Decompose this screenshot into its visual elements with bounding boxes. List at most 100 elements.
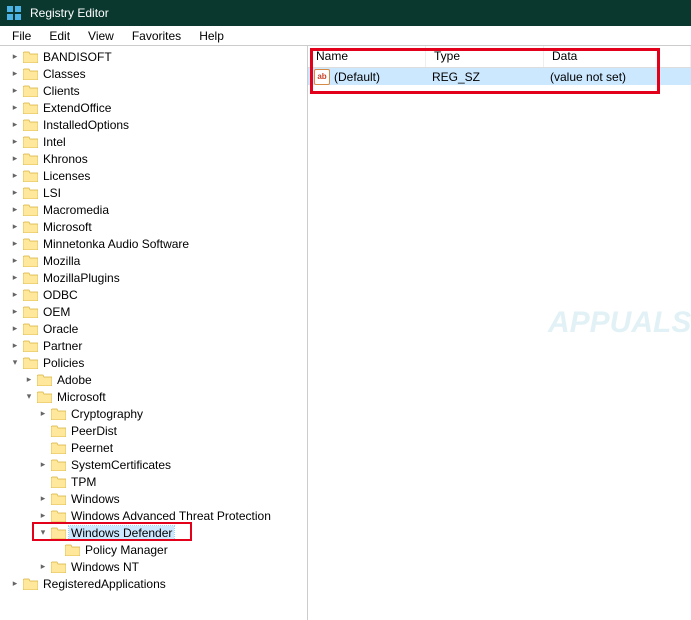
chevron-down-icon[interactable]: ▾	[36, 526, 50, 540]
chevron-right-icon[interactable]: ▸	[36, 458, 50, 472]
folder-icon	[22, 254, 38, 268]
chevron-right-icon[interactable]: ▸	[8, 186, 22, 200]
folder-icon	[22, 169, 38, 183]
tree-item-label: SystemCertificates	[69, 458, 173, 472]
chevron-right-icon[interactable]: ▸	[8, 288, 22, 302]
tree-item[interactable]: ▾Windows Defender	[36, 524, 305, 541]
folder-icon	[50, 458, 66, 472]
header-data[interactable]: Data	[544, 46, 691, 67]
window-title: Registry Editor	[30, 6, 109, 20]
tree-item[interactable]: ▸Partner	[8, 337, 305, 354]
chevron-right-icon[interactable]: ▸	[8, 220, 22, 234]
tree-item[interactable]: ▸Minnetonka Audio Software	[8, 235, 305, 252]
chevron-right-icon[interactable]: ▸	[8, 135, 22, 149]
folder-icon	[50, 492, 66, 506]
tree-item[interactable]: ▸ InstalledOptions	[8, 116, 305, 133]
chevron-right-icon[interactable]: ▸	[36, 492, 50, 506]
chevron-right-icon[interactable]: ▸	[36, 509, 50, 523]
menu-view[interactable]: View	[80, 27, 122, 45]
chevron-right-icon[interactable]: ▸	[8, 67, 22, 81]
tree-item[interactable]: ▸LSI	[8, 184, 305, 201]
tree-item[interactable]: ▸Intel	[8, 133, 305, 150]
value-data-cell: (value not set)	[544, 70, 691, 84]
chevron-right-icon[interactable]: ▸	[36, 560, 50, 574]
tree-item[interactable]: ▸Khronos	[8, 150, 305, 167]
tree-item-label: MozillaPlugins	[41, 271, 122, 285]
tree-item[interactable]: ▸ Oracle	[8, 320, 305, 337]
tree-item-label: Adobe	[55, 373, 94, 387]
tree-item[interactable]: ▸Classes	[8, 65, 305, 82]
folder-icon	[22, 288, 38, 302]
chevron-right-icon[interactable]: ▸	[8, 577, 22, 591]
tree-item[interactable]: ▸Macromedia	[8, 201, 305, 218]
chevron-right-icon[interactable]: ▸	[8, 203, 22, 217]
tree-item[interactable]: ▾Microsoft	[22, 388, 305, 405]
folder-icon	[22, 118, 38, 132]
folder-icon	[36, 373, 52, 387]
chevron-right-icon[interactable]: ▸	[8, 84, 22, 98]
tree-item[interactable]: ▸ MozillaPlugins	[8, 269, 305, 286]
tree-item-label: InstalledOptions	[41, 118, 131, 132]
tree-item[interactable]: ▸ ExtendOffice	[8, 99, 305, 116]
menu-favorites[interactable]: Favorites	[124, 27, 189, 45]
tree-item[interactable]: ▸Windows Advanced Threat Protection	[36, 507, 305, 524]
tree-item[interactable]: ▾ Policies	[8, 354, 305, 371]
value-row[interactable]: ab (Default) REG_SZ (value not set)	[308, 68, 691, 85]
chevron-right-icon[interactable]: ▸	[8, 305, 22, 319]
folder-icon	[22, 186, 38, 200]
tree-scrollbar[interactable]: ▸BANDISOFT▸Classes▸Clients▸ExtendOffice▸…	[0, 46, 307, 620]
chevron-right-icon[interactable]: ▸	[8, 169, 22, 183]
chevron-down-icon[interactable]: ▾	[22, 390, 36, 404]
tree-item[interactable]: ▸ Clients	[8, 82, 305, 99]
tree-item-label: Clients	[41, 84, 82, 98]
tree-item[interactable]: ▸Licenses	[8, 167, 305, 184]
chevron-right-icon[interactable]: ▸	[8, 152, 22, 166]
menu-file[interactable]: File	[4, 27, 39, 45]
tree-item[interactable]: Peernet	[36, 439, 305, 456]
tree-item[interactable]: ▸Windows NT	[36, 558, 305, 575]
menu-help[interactable]: Help	[191, 27, 232, 45]
folder-icon	[22, 237, 38, 251]
chevron-right-icon[interactable]: ▸	[8, 101, 22, 115]
tree-item[interactable]: TPM	[36, 473, 305, 490]
tree-pane: ▸BANDISOFT▸Classes▸Clients▸ExtendOffice▸…	[0, 46, 308, 620]
chevron-right-icon[interactable]: ▸	[8, 237, 22, 251]
tree-item[interactable]: ▸Mozilla	[8, 252, 305, 269]
chevron-right-icon[interactable]: ▸	[8, 322, 22, 336]
tree-item[interactable]: ▸ OEM	[8, 303, 305, 320]
value-name-cell: ab (Default)	[308, 69, 426, 85]
tree-item-label: ExtendOffice	[41, 101, 113, 115]
chevron-right-icon[interactable]: ▸	[8, 271, 22, 285]
chevron-right-icon[interactable]: ▸	[8, 118, 22, 132]
header-type[interactable]: Type	[426, 46, 544, 67]
tree-item-label: Peernet	[69, 441, 115, 455]
folder-icon	[22, 220, 38, 234]
folder-icon	[22, 152, 38, 166]
folder-icon	[22, 67, 38, 81]
folder-icon	[22, 101, 38, 115]
folder-icon	[64, 543, 80, 557]
tree-item[interactable]: ▸ Microsoft	[8, 218, 305, 235]
tree-item-label: Oracle	[41, 322, 80, 336]
tree-item[interactable]: ▸RegisteredApplications	[8, 575, 305, 592]
chevron-right-icon[interactable]: ▸	[22, 373, 36, 387]
chevron-right-icon[interactable]: ▸	[36, 407, 50, 421]
tree-item-label: Microsoft	[41, 220, 94, 234]
tree-item[interactable]: PeerDist	[36, 422, 305, 439]
header-name[interactable]: Name	[308, 46, 426, 67]
tree-item[interactable]: ▸ SystemCertificates	[36, 456, 305, 473]
folder-icon	[50, 475, 66, 489]
tree-item-label: OEM	[41, 305, 72, 319]
chevron-down-icon[interactable]: ▾	[8, 356, 22, 370]
tree-item[interactable]: ▸Cryptography	[36, 405, 305, 422]
chevron-right-icon[interactable]: ▸	[8, 50, 22, 64]
chevron-right-icon[interactable]: ▸	[8, 254, 22, 268]
tree-item[interactable]: ▸BANDISOFT	[8, 48, 305, 65]
tree-item[interactable]: Policy Manager	[50, 541, 305, 558]
tree-item[interactable]: ▸ODBC	[8, 286, 305, 303]
tree-item[interactable]: ▸ Adobe	[22, 371, 305, 388]
chevron-right-icon[interactable]: ▸	[8, 339, 22, 353]
tree-item-label: Policies	[41, 356, 86, 370]
menu-edit[interactable]: Edit	[41, 27, 78, 45]
tree-item[interactable]: ▸Windows	[36, 490, 305, 507]
